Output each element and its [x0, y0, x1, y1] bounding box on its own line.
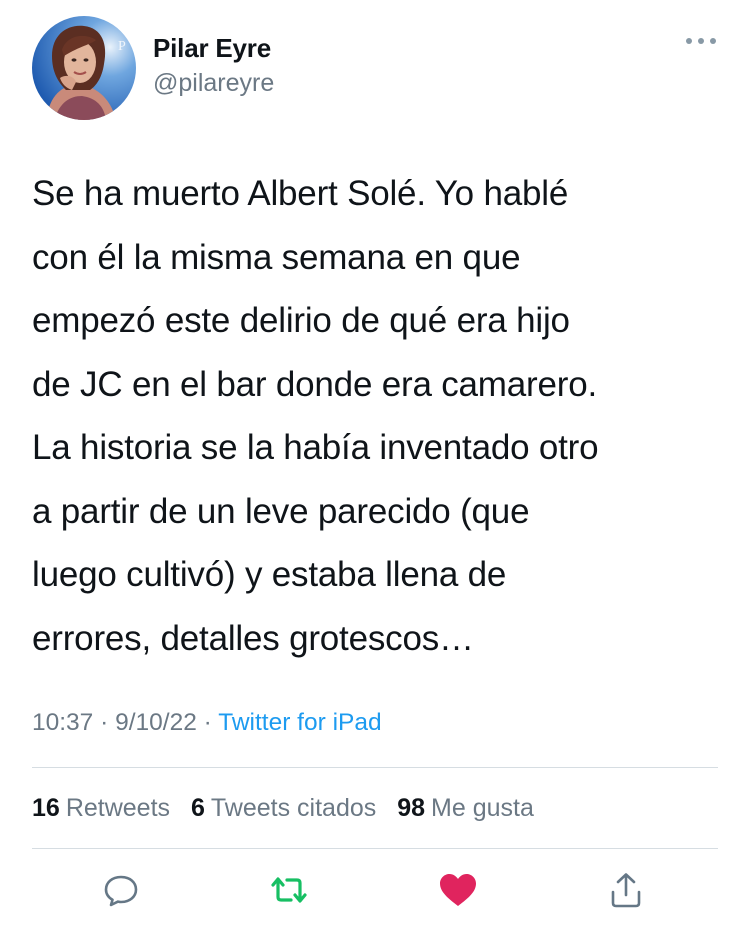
- tweet-actions: [0, 866, 733, 916]
- share-icon: [611, 873, 641, 908]
- svg-text:P: P: [118, 39, 126, 54]
- more-options-icon[interactable]: [684, 34, 718, 48]
- retweets-count: 16: [32, 794, 60, 822]
- tweet-date[interactable]: 9/10/22: [115, 709, 197, 736]
- likes-label: Me gusta: [431, 794, 534, 822]
- tweet-stats: 16 Retweets 6 Tweets citados 98 Me gusta: [32, 790, 548, 826]
- retweets-stat[interactable]: 16 Retweets: [32, 794, 170, 822]
- tweet-time[interactable]: 10:37: [32, 709, 93, 736]
- tweet-detail: P Pilar Eyre @pilareyre Se ha muerto Alb…: [0, 0, 733, 928]
- user-avatar[interactable]: P: [32, 16, 136, 120]
- retweet-icon: [271, 877, 307, 903]
- tweet-header: P Pilar Eyre @pilareyre: [32, 16, 718, 120]
- meta-separator: ·: [100, 709, 109, 736]
- avatar-photo-icon: P: [32, 16, 136, 120]
- user-handle[interactable]: @pilareyre: [153, 67, 274, 99]
- likes-count: 98: [397, 794, 426, 822]
- share-button[interactable]: [602, 866, 650, 914]
- retweets-label: Retweets: [65, 794, 171, 822]
- like-button[interactable]: [434, 866, 482, 914]
- quotes-count: 6: [190, 794, 205, 822]
- tweet-source-link[interactable]: Twitter for iPad: [218, 709, 381, 736]
- meta-separator: ·: [203, 709, 212, 736]
- tweet-meta: 10:37 · 9/10/22 · Twitter for iPad: [32, 705, 382, 741]
- quotes-label: Tweets citados: [210, 794, 377, 822]
- tweet-text: Se ha muerto Albert Solé. Yo hablé con é…: [32, 174, 599, 658]
- divider: [32, 848, 718, 849]
- heart-icon: [440, 874, 476, 906]
- reply-button[interactable]: [97, 866, 145, 914]
- retweet-button[interactable]: [265, 866, 313, 914]
- comment-icon: [104, 875, 138, 907]
- likes-stat[interactable]: 98 Me gusta: [397, 794, 534, 822]
- quotes-stat[interactable]: 6 Tweets citados: [191, 794, 376, 822]
- divider: [32, 767, 718, 768]
- user-names: Pilar Eyre @pilareyre: [153, 32, 274, 99]
- display-name[interactable]: Pilar Eyre: [153, 32, 274, 64]
